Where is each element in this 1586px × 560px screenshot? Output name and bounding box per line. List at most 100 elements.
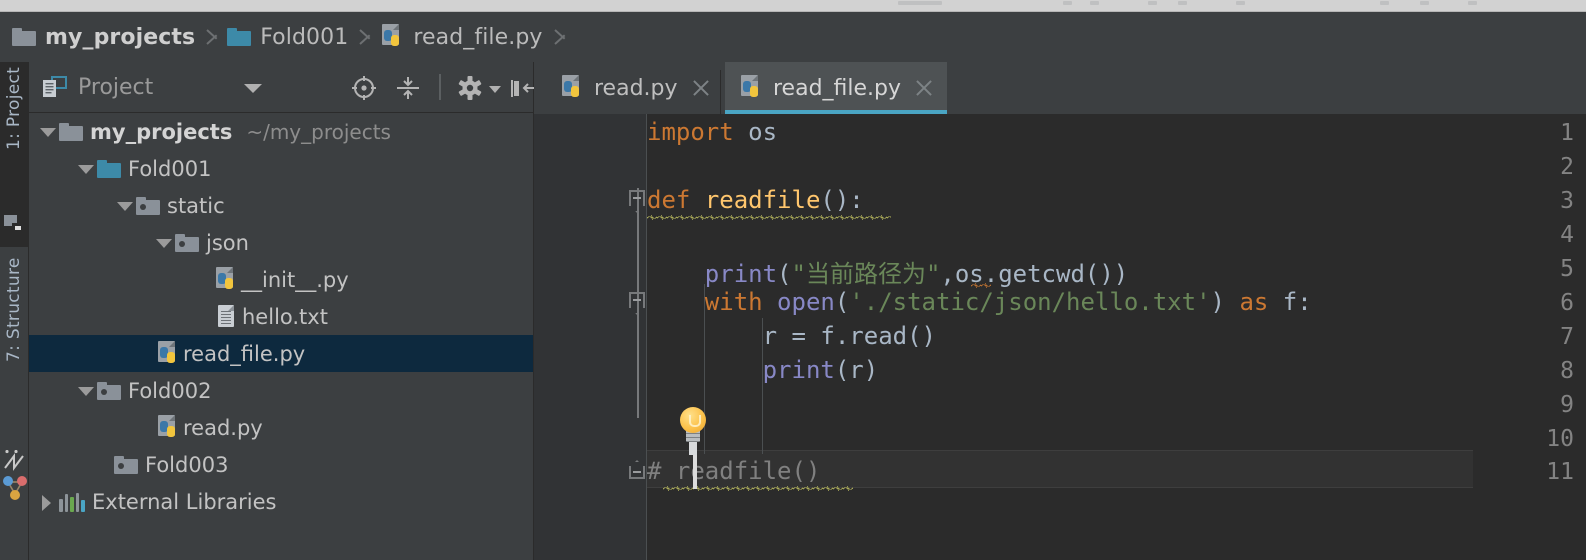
editor-area: read.py read_file.py 1 2 3 4 5 6 7 8 9 1… [534, 62, 1586, 560]
code-editor[interactable]: 1 2 3 4 5 6 7 8 9 10 11 import os def re… [534, 114, 1586, 560]
collapse-all-icon[interactable] [395, 75, 421, 101]
chrome-ghost-item [1063, 1, 1072, 5]
tree-item-label: my_projects [90, 119, 233, 144]
python-file-icon [380, 24, 404, 50]
editor-tab-read_file-py[interactable]: read_file.py [725, 62, 948, 114]
breadcrumb-item-my_projects[interactable]: my_projects [12, 12, 195, 62]
project-view-selector[interactable]: Project [42, 75, 153, 100]
breadcrumb-label: read_file.py [413, 24, 543, 50]
chrome-ghost-item [1148, 1, 1157, 5]
warning-squiggle [647, 215, 891, 220]
chrome-ghost-item [1420, 1, 1429, 5]
folder-gray-icon [59, 122, 83, 141]
tree-item-Fold003[interactable]: Fold003 [29, 446, 533, 483]
code-line-8[interactable]: print(r) [647, 356, 879, 384]
folder-gray-icon [12, 28, 36, 46]
twisty-collapsed-icon[interactable] [37, 483, 59, 520]
project-panel-title: Project [78, 74, 154, 100]
chevron-right-icon [358, 12, 374, 62]
folder-module-icon [97, 381, 121, 400]
tree-item-label: static [167, 193, 225, 218]
warning-squiggle [663, 486, 853, 491]
tree-item-label: Fold003 [145, 452, 229, 477]
code-line-1[interactable]: import os [647, 118, 777, 146]
tree-item-__init__-py[interactable]: __init__.py [29, 261, 533, 298]
structure-graph-icon [3, 449, 27, 506]
tool-window-strip: 1: Project 7: Structure [0, 62, 29, 560]
chrome-ghost-item [1380, 1, 1389, 5]
tree-item-Fold001[interactable]: Fold001 [29, 150, 533, 187]
chrome-ghost-item [1090, 1, 1099, 5]
editor-tab-read-py[interactable]: read.py [546, 62, 724, 114]
tree-item-label: Fold002 [128, 378, 212, 403]
chrome-ghost-item [898, 1, 942, 5]
twisty-expanded-icon[interactable] [37, 113, 59, 150]
locate-in-tree-icon[interactable] [351, 75, 377, 101]
tree-item-read-py[interactable]: read.py [29, 409, 533, 446]
tool-tab-structure-label: 7: Structure [4, 257, 24, 362]
tree-item-label: read.py [183, 415, 263, 440]
tree-item-json[interactable]: json [29, 224, 533, 261]
libraries-icon [59, 492, 85, 512]
code-line-6[interactable]: with open('./static/json/hello.txt') as … [647, 288, 1312, 316]
toolbar-separator [439, 74, 441, 100]
code-lines[interactable]: import os def readfile(): print("当前路径为",… [647, 114, 1586, 560]
tree-item-label: read_file.py [183, 341, 306, 366]
fold-marker-line-3[interactable] [627, 190, 649, 216]
python-file-icon [739, 75, 763, 101]
chrome-ghost-item [1178, 1, 1187, 5]
tree-item-label: Fold001 [128, 156, 212, 181]
close-icon[interactable] [915, 79, 933, 97]
editor-gutter[interactable] [534, 114, 644, 560]
tree-item-static[interactable]: static [29, 187, 533, 224]
tree-item-read_file-py[interactable]: read_file.py [29, 335, 533, 372]
lightbulb-icon[interactable] [676, 407, 710, 455]
project-file-tree[interactable]: my_projects ~/my_projects Fold001 static… [29, 113, 533, 560]
chrome-ghost-item [1236, 1, 1245, 5]
tree-item-label: External Libraries [92, 489, 277, 514]
project-view-icon [42, 75, 68, 99]
close-icon[interactable] [692, 79, 710, 97]
editor-tab-bar: read.py read_file.py [534, 62, 1586, 114]
chevron-right-icon [553, 12, 569, 62]
code-line-7[interactable]: r = f.read() [647, 322, 936, 350]
python-file-icon [560, 75, 584, 101]
folder-module-icon [114, 455, 138, 474]
twisty-expanded-icon[interactable] [75, 150, 97, 187]
fold-marker-line-6[interactable] [627, 292, 649, 318]
breadcrumb: my_projects Fold001 read_file.py [0, 12, 1586, 62]
tree-item-my_projects[interactable]: my_projects ~/my_projects [29, 113, 533, 150]
tree-item-label: __init__.py [241, 267, 349, 292]
tree-item-external-libraries[interactable]: External Libraries [29, 483, 533, 520]
tree-item-path: ~/my_projects [246, 119, 391, 144]
project-panel-toolbar: Project [29, 62, 535, 113]
code-line-11[interactable]: # readfile() [647, 457, 820, 485]
tree-item-Fold002[interactable]: Fold002 [29, 372, 533, 409]
chevron-down-icon[interactable] [489, 86, 501, 93]
code-line-3[interactable]: def readfile(): [647, 186, 864, 214]
tree-item-hello-txt[interactable]: hello.txt [29, 298, 533, 335]
python-file-icon [214, 266, 238, 293]
twisty-expanded-icon[interactable] [153, 224, 175, 261]
code-line-5[interactable]: print("当前路径为",os.getcwd()) [647, 254, 1128, 289]
text-file-icon [215, 304, 237, 329]
settings-gear-icon[interactable] [457, 75, 483, 101]
twisty-expanded-icon[interactable] [114, 187, 136, 224]
tool-tab-project-label: 1: Project [4, 67, 24, 151]
breadcrumb-item-Fold001[interactable]: Fold001 [227, 12, 348, 62]
chevron-down-icon[interactable] [244, 84, 262, 93]
breadcrumb-item-read_file-py[interactable]: read_file.py [380, 12, 542, 62]
window-chrome-strip [0, 0, 1586, 12]
project-view-small-icon [3, 212, 25, 234]
fold-marker-line-11[interactable] [627, 460, 649, 486]
folder-blue-icon [227, 28, 252, 46]
editor-tab-label: read_file.py [773, 75, 902, 101]
folder-module-icon [175, 233, 199, 252]
twisty-expanded-icon[interactable] [75, 372, 97, 409]
text-caret [693, 455, 697, 489]
tool-tab-structure[interactable]: 7: Structure [0, 252, 28, 417]
chrome-ghost-item [1468, 1, 1477, 5]
folder-blue-icon [97, 159, 121, 178]
python-file-icon [156, 414, 180, 441]
folder-module-icon [136, 196, 160, 215]
